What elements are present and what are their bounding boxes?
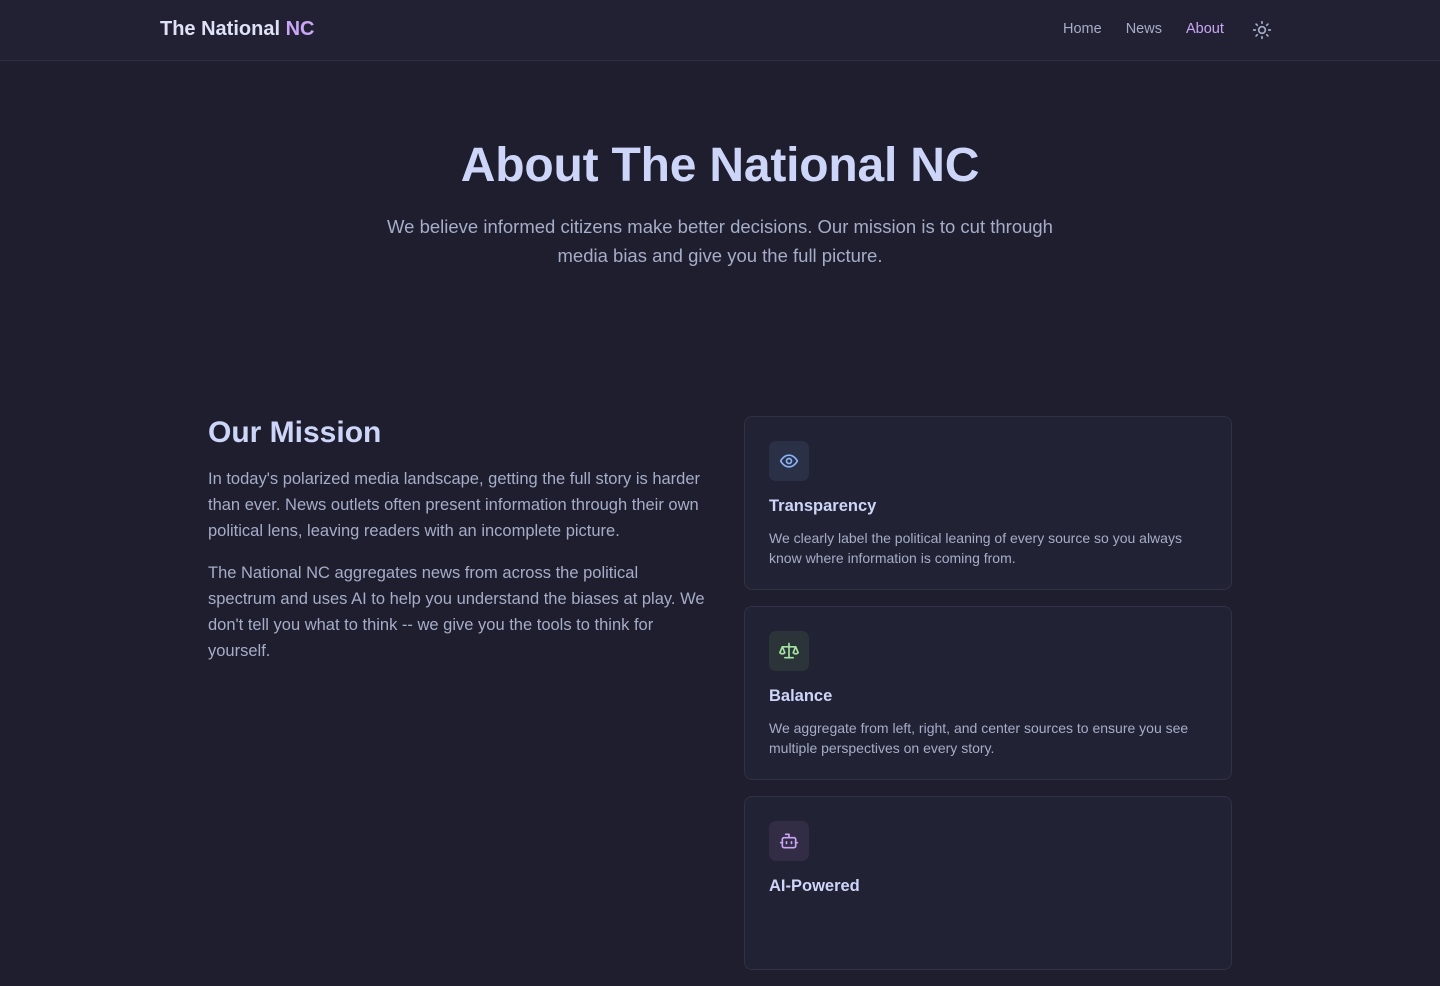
navbar: The National NC Home News About (0, 0, 1440, 61)
value-card-ai-powered: AI-Powered (744, 796, 1232, 970)
value-card-title: Transparency (769, 497, 877, 515)
value-card-title: Balance (769, 687, 833, 705)
value-card-title: AI-Powered (769, 877, 860, 895)
mission-paragraph-2: The National NC aggregates news from acr… (208, 564, 705, 660)
value-card-text: We clearly label the political leaning o… (769, 530, 1182, 566)
value-card-balance: Balance We aggregate from left, right, a… (744, 606, 1232, 780)
hero-title: About The National NC (460, 139, 980, 192)
nav-link-home[interactable]: Home (1063, 21, 1102, 37)
nav-link-about[interactable]: About (1186, 21, 1224, 37)
eye-icon (769, 441, 809, 481)
brand-main: The National (160, 18, 286, 40)
mission-title: Our Mission (208, 416, 382, 449)
hero-subtitle: We believe informed citizens make better… (387, 216, 1053, 266)
value-card-transparency: Transparency We clearly label the politi… (744, 416, 1232, 590)
brand-accent: NC (285, 18, 315, 40)
hero-section: About The National NC We believe informe… (0, 61, 1440, 361)
nav-link-news[interactable]: News (1126, 21, 1162, 37)
mission-section: Our Mission In today's polarized media l… (208, 416, 708, 664)
bot-icon (769, 821, 809, 861)
sun-icon (1252, 20, 1272, 40)
mission-paragraph-1: In today's polarized media landscape, ge… (208, 470, 701, 540)
scale-icon (769, 631, 809, 671)
brand-logo[interactable]: The National NC (160, 18, 314, 41)
theme-toggle-button[interactable] (1250, 18, 1274, 42)
values-list: Transparency We clearly label the politi… (744, 416, 1232, 986)
value-card-text: We aggregate from left, right, and cente… (769, 720, 1189, 756)
nav-links: Home News About (1063, 21, 1248, 37)
